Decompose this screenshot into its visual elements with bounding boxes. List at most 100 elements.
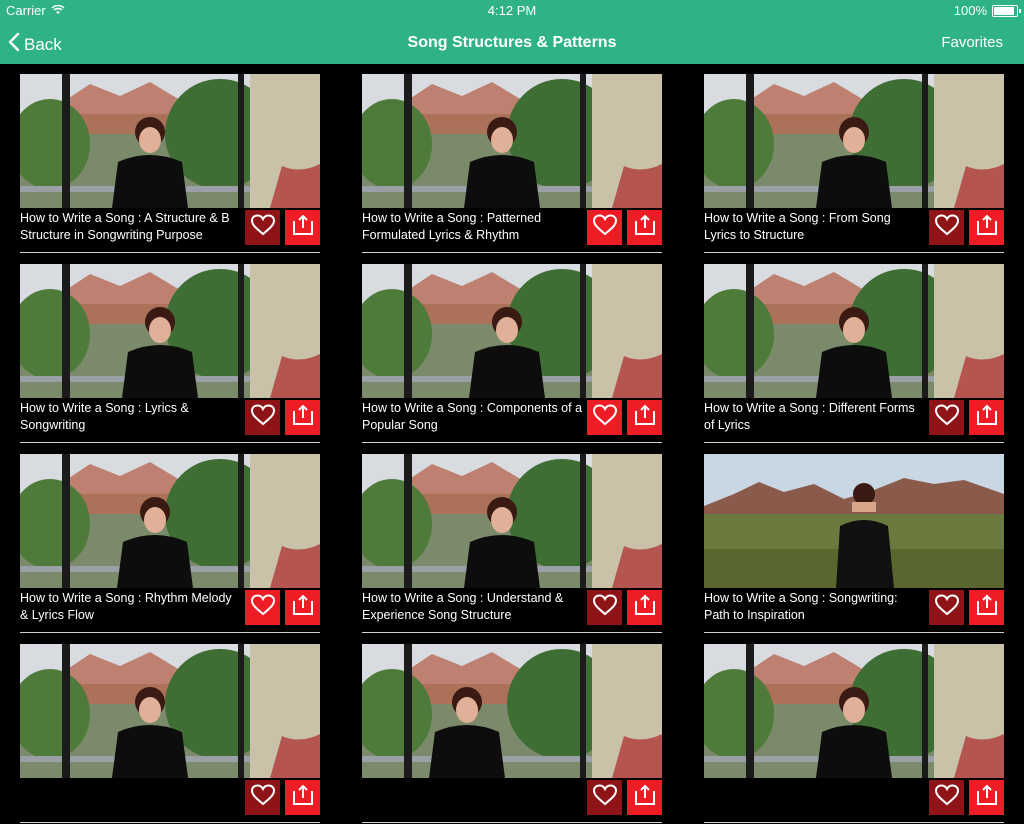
- navigation-bar: Back Song Structures & Patterns Favorite…: [0, 22, 1024, 64]
- share-button[interactable]: [627, 590, 662, 625]
- video-card[interactable]: [362, 644, 662, 824]
- share-button[interactable]: [285, 590, 320, 625]
- video-title: How to Write a Song : A Structure & B St…: [20, 211, 230, 242]
- video-thumbnail[interactable]: [362, 74, 662, 208]
- video-title: How to Write a Song : Patterned Formulat…: [362, 211, 542, 242]
- video-card[interactable]: How to Write a Song : Lyrics & Songwriti…: [20, 264, 320, 444]
- video-thumbnail[interactable]: [362, 454, 662, 588]
- video-thumbnail[interactable]: [20, 264, 320, 398]
- battery-icon: [992, 4, 1021, 17]
- video-thumbnail[interactable]: [704, 74, 1004, 208]
- favorite-button[interactable]: [929, 400, 964, 435]
- video-card[interactable]: [704, 644, 1004, 824]
- divider: [704, 252, 1004, 253]
- share-icon: [290, 213, 316, 242]
- video-title: How to Write a Song : Songwriting: Path …: [704, 591, 898, 622]
- share-button[interactable]: [627, 210, 662, 245]
- video-thumbnail[interactable]: [20, 454, 320, 588]
- video-thumbnail[interactable]: [20, 74, 320, 208]
- video-card[interactable]: How to Write a Song : Songwriting: Path …: [704, 454, 1004, 634]
- status-bar: Carrier 4:12 PM 100%: [0, 0, 1024, 22]
- video-title: How to Write a Song : Rhythm Melody & Ly…: [20, 591, 232, 622]
- video-card[interactable]: How to Write a Song : A Structure & B St…: [20, 74, 320, 254]
- heart-icon: [592, 213, 618, 242]
- video-info: How to Write a Song : Patterned Formulat…: [362, 208, 662, 253]
- share-icon: [632, 213, 658, 242]
- video-info: How to Write a Song : Understand & Exper…: [362, 588, 662, 633]
- share-icon: [632, 783, 658, 812]
- favorites-button[interactable]: Favorites: [941, 34, 1003, 51]
- video-title: How to Write a Song : Understand & Exper…: [362, 591, 564, 622]
- divider: [704, 632, 1004, 633]
- video-thumbnail[interactable]: [704, 644, 1004, 778]
- battery-indicator: 100%: [953, 3, 1021, 18]
- share-button[interactable]: [285, 210, 320, 245]
- video-card[interactable]: How to Write a Song : Different Forms of…: [704, 264, 1004, 444]
- page-title: Song Structures & Patterns: [407, 34, 617, 51]
- video-info: [704, 778, 1004, 823]
- video-title: How to Write a Song : Lyrics & Songwriti…: [20, 401, 189, 432]
- video-info: How to Write a Song : From Song Lyrics t…: [704, 208, 1004, 253]
- favorite-button[interactable]: [929, 780, 964, 815]
- share-button[interactable]: [627, 400, 662, 435]
- video-card[interactable]: How to Write a Song : From Song Lyrics t…: [704, 74, 1004, 254]
- video-info: How to Write a Song : Songwriting: Path …: [704, 588, 1004, 633]
- video-info: How to Write a Song : A Structure & B St…: [20, 208, 320, 253]
- share-icon: [632, 593, 658, 622]
- share-button[interactable]: [969, 780, 1004, 815]
- favorite-button[interactable]: [245, 780, 280, 815]
- share-icon: [974, 593, 1000, 622]
- video-info: How to Write a Song : Components of a Po…: [362, 398, 662, 443]
- favorite-button[interactable]: [245, 590, 280, 625]
- heart-icon: [592, 593, 618, 622]
- heart-icon: [934, 403, 960, 432]
- heart-icon: [934, 783, 960, 812]
- share-button[interactable]: [969, 210, 1004, 245]
- favorite-button[interactable]: [245, 210, 280, 245]
- video-card[interactable]: How to Write a Song : Patterned Formulat…: [362, 74, 662, 254]
- divider: [704, 442, 1004, 443]
- favorite-button[interactable]: [245, 400, 280, 435]
- video-thumbnail[interactable]: [362, 264, 662, 398]
- share-button[interactable]: [969, 590, 1004, 625]
- favorite-button[interactable]: [929, 210, 964, 245]
- video-title: How to Write a Song : Different Forms of…: [704, 401, 915, 432]
- divider: [362, 442, 662, 443]
- divider: [20, 632, 320, 633]
- video-thumbnail[interactable]: [704, 454, 1004, 588]
- favorite-button[interactable]: [587, 590, 622, 625]
- video-thumbnail[interactable]: [20, 644, 320, 778]
- favorite-button[interactable]: [929, 590, 964, 625]
- heart-icon: [250, 213, 276, 242]
- video-info: [362, 778, 662, 823]
- video-thumbnail[interactable]: [362, 644, 662, 778]
- favorite-button[interactable]: [587, 400, 622, 435]
- divider: [362, 252, 662, 253]
- divider: [362, 822, 662, 823]
- share-icon: [632, 403, 658, 432]
- share-icon: [290, 783, 316, 812]
- video-info: How to Write a Song : Different Forms of…: [704, 398, 1004, 443]
- video-card[interactable]: How to Write a Song : Rhythm Melody & Ly…: [20, 454, 320, 634]
- divider: [704, 822, 1004, 823]
- video-info: How to Write a Song : Lyrics & Songwriti…: [20, 398, 320, 443]
- share-icon: [290, 593, 316, 622]
- video-info: How to Write a Song : Rhythm Melody & Ly…: [20, 588, 320, 633]
- share-button[interactable]: [285, 780, 320, 815]
- status-time: 4:12 PM: [487, 3, 537, 18]
- battery-label: 100%: [953, 3, 987, 18]
- share-button[interactable]: [285, 400, 320, 435]
- video-thumbnail[interactable]: [704, 264, 1004, 398]
- share-button[interactable]: [969, 400, 1004, 435]
- favorite-button[interactable]: [587, 210, 622, 245]
- share-button[interactable]: [627, 780, 662, 815]
- heart-icon: [250, 593, 276, 622]
- heart-icon: [592, 783, 618, 812]
- video-card[interactable]: [20, 644, 320, 824]
- video-card[interactable]: How to Write a Song : Understand & Exper…: [362, 454, 662, 634]
- video-card[interactable]: How to Write a Song : Components of a Po…: [362, 264, 662, 444]
- divider: [20, 442, 320, 443]
- video-info: [20, 778, 320, 823]
- share-icon: [974, 783, 1000, 812]
- favorite-button[interactable]: [587, 780, 622, 815]
